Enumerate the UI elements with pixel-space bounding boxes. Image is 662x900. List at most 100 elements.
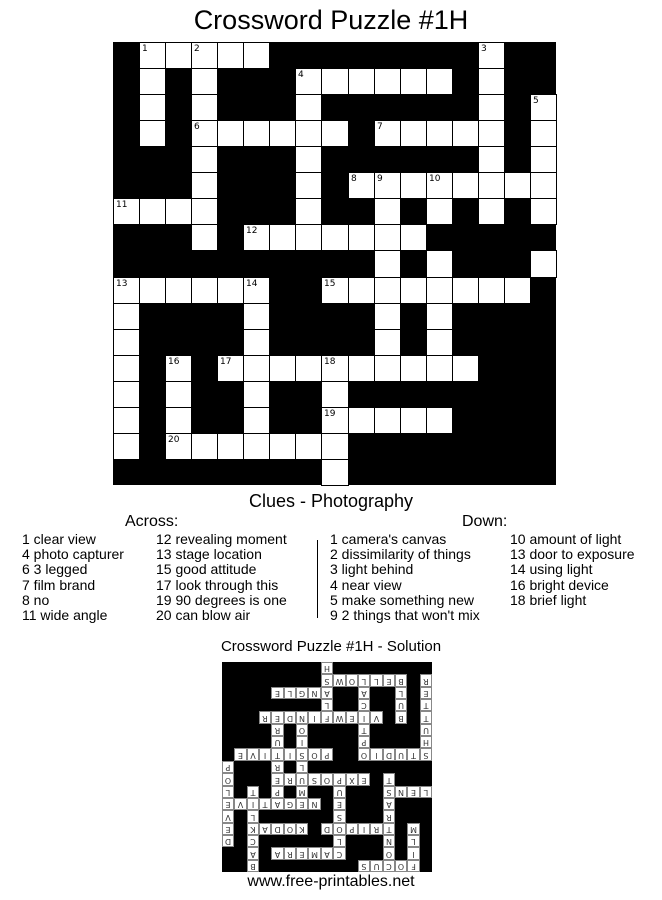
grid-cell[interactable] <box>374 68 401 95</box>
grid-cell[interactable] <box>426 120 453 147</box>
grid-cell[interactable] <box>113 329 140 356</box>
grid-cell[interactable] <box>374 198 401 225</box>
grid-cell[interactable] <box>295 224 322 251</box>
grid-cell[interactable] <box>243 42 270 69</box>
grid-cell[interactable] <box>113 381 140 408</box>
grid-cell[interactable] <box>530 146 557 173</box>
grid-cell[interactable] <box>400 68 427 95</box>
grid-cell[interactable] <box>321 120 349 147</box>
grid-cell[interactable] <box>400 277 427 304</box>
grid-cell[interactable]: 20 <box>165 433 192 460</box>
grid-cell[interactable]: 18 <box>321 355 349 382</box>
grid-cell[interactable] <box>191 146 218 173</box>
grid-cell[interactable] <box>217 42 244 69</box>
grid-cell[interactable]: 12 <box>243 224 270 251</box>
grid-cell[interactable] <box>269 120 296 147</box>
grid-cell[interactable] <box>374 224 401 251</box>
grid-cell[interactable] <box>243 355 270 382</box>
grid-cell[interactable] <box>113 433 140 460</box>
grid-cell[interactable] <box>426 198 453 225</box>
grid-cell[interactable]: 1 <box>139 42 166 69</box>
grid-cell[interactable] <box>321 381 349 408</box>
grid-cell[interactable] <box>400 407 427 434</box>
grid-cell[interactable]: 17 <box>217 355 244 382</box>
grid-cell[interactable] <box>478 146 505 173</box>
grid-cell[interactable] <box>165 407 192 434</box>
grid-cell[interactable] <box>165 42 192 69</box>
grid-cell[interactable] <box>243 120 270 147</box>
grid-cell[interactable] <box>321 459 349 486</box>
grid-cell[interactable] <box>478 68 505 95</box>
grid-cell[interactable] <box>400 172 427 199</box>
grid-cell[interactable] <box>269 355 296 382</box>
grid-cell[interactable] <box>426 355 453 382</box>
grid-cell[interactable] <box>113 355 140 382</box>
grid-cell[interactable] <box>374 329 401 356</box>
grid-cell[interactable] <box>165 277 192 304</box>
grid-cell[interactable] <box>191 198 218 225</box>
grid-cell[interactable] <box>478 120 505 147</box>
grid-cell[interactable] <box>113 407 140 434</box>
grid-cell[interactable] <box>243 407 270 434</box>
grid-cell[interactable] <box>478 277 505 304</box>
grid-cell[interactable] <box>321 224 349 251</box>
grid-cell[interactable] <box>217 277 244 304</box>
grid-cell[interactable] <box>139 120 166 147</box>
grid-cell[interactable] <box>295 172 322 199</box>
grid-cell[interactable] <box>191 172 218 199</box>
grid-cell[interactable] <box>191 94 218 121</box>
grid-cell[interactable] <box>374 277 401 304</box>
grid-cell[interactable] <box>165 381 192 408</box>
grid-cell[interactable] <box>139 68 166 95</box>
grid-cell[interactable] <box>243 433 270 460</box>
grid-cell[interactable] <box>191 68 218 95</box>
grid-cell[interactable] <box>348 224 375 251</box>
grid-cell[interactable] <box>374 250 401 278</box>
grid-cell[interactable]: 16 <box>165 355 192 382</box>
grid-cell[interactable] <box>113 303 140 330</box>
grid-cell[interactable] <box>348 68 375 95</box>
grid-cell[interactable] <box>295 198 322 225</box>
grid-cell[interactable]: 19 <box>321 407 349 434</box>
grid-cell[interactable] <box>478 198 505 225</box>
grid-cell[interactable] <box>269 224 296 251</box>
grid-cell[interactable] <box>295 146 322 173</box>
grid-cell[interactable] <box>426 68 453 95</box>
grid-cell[interactable] <box>530 120 557 147</box>
grid-cell[interactable] <box>452 172 479 199</box>
grid-cell[interactable] <box>400 224 427 251</box>
grid-cell[interactable] <box>191 224 218 251</box>
grid-cell[interactable]: 9 <box>374 172 401 199</box>
grid-cell[interactable]: 15 <box>321 277 349 304</box>
grid-cell[interactable] <box>504 277 531 304</box>
grid-cell[interactable] <box>139 198 166 225</box>
grid-cell[interactable] <box>165 198 192 225</box>
grid-cell[interactable]: 3 <box>478 42 505 69</box>
footer-url[interactable]: www.free-printables.net <box>0 872 662 892</box>
grid-cell[interactable] <box>374 303 401 330</box>
grid-cell[interactable] <box>191 277 218 304</box>
grid-cell[interactable] <box>452 120 479 147</box>
grid-cell[interactable] <box>243 329 270 356</box>
grid-cell[interactable] <box>426 250 453 278</box>
grid-cell[interactable] <box>217 433 244 460</box>
grid-cell[interactable] <box>191 433 218 460</box>
grid-cell[interactable]: 13 <box>113 277 140 304</box>
grid-cell[interactable]: 11 <box>113 198 140 225</box>
grid-cell[interactable] <box>478 172 505 199</box>
grid-cell[interactable] <box>426 303 453 330</box>
grid-cell[interactable] <box>321 433 349 460</box>
grid-cell[interactable] <box>348 407 375 434</box>
grid-cell[interactable] <box>400 355 427 382</box>
grid-cell[interactable] <box>374 355 401 382</box>
grid-cell[interactable] <box>295 433 322 460</box>
grid-cell[interactable] <box>269 433 296 460</box>
grid-cell[interactable]: 10 <box>426 172 453 199</box>
grid-cell[interactable] <box>243 303 270 330</box>
grid-cell[interactable] <box>426 329 453 356</box>
grid-cell[interactable] <box>452 277 479 304</box>
grid-cell[interactable] <box>217 120 244 147</box>
grid-cell[interactable] <box>400 120 427 147</box>
grid-cell[interactable]: 6 <box>191 120 218 147</box>
grid-cell[interactable] <box>452 355 479 382</box>
